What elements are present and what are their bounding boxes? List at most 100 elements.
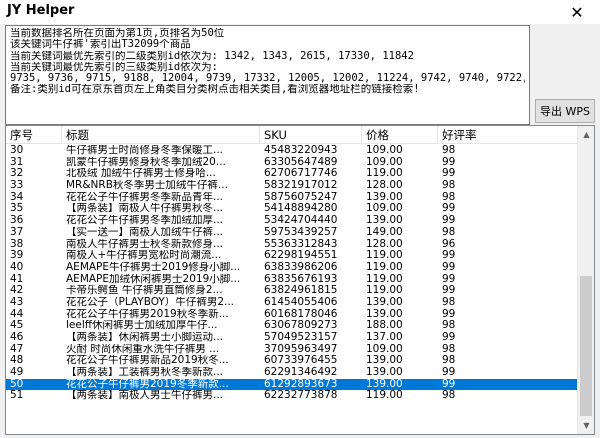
header-title[interactable]: 标题 <box>62 126 260 144</box>
export-wps-button[interactable]: 导出 WPS <box>535 99 595 123</box>
table-row[interactable]: 45 leelff休闲裤男士加绒加厚牛仔... 63067809273 188.00 9… <box>6 320 579 332</box>
table-row[interactable]: 49 【两条装】工装裤男秋冬季新款... 62291346492 139.00 99 <box>6 367 579 379</box>
table-row[interactable]: 44 花花公子牛仔裤男2019秋冬季新... 60168178046 139.00 99 <box>6 309 579 321</box>
row-title: 花花公子牛仔裤男冬季新品青年... <box>66 191 224 203</box>
row-price: 139.00 <box>366 296 403 308</box>
table-row[interactable]: 47 火耐 时尚休闲重水洗牛仔裤男 ... 37095963497 109.00 98 <box>6 344 579 356</box>
table-row[interactable]: 32 北极绒 加绒牛仔裤男士修身哈... 62706717746 119.00 99 <box>6 168 579 180</box>
row-sku: 63067809273 <box>264 320 338 332</box>
row-title: 北极绒 加绒牛仔裤男士修身哈... <box>66 168 216 180</box>
row-index: 30 <box>10 145 24 156</box>
table-row[interactable]: 34 花花公子牛仔裤男冬季新品青年... 58756075247 139.00 98 <box>6 192 579 204</box>
row-rating: 99 <box>442 332 456 343</box>
row-index: 51 <box>10 390 24 402</box>
row-title: 花花公子（PLAYBOY）牛仔裤男2... <box>66 296 235 308</box>
row-price: 139.00 <box>366 191 403 203</box>
row-title: 花花公子牛仔裤男冬季加绒加厚... <box>66 215 224 227</box>
info-line: 9735, 9736, 9715, 9188, 12004, 9739, 173… <box>10 73 525 85</box>
row-price: 119.00 <box>366 168 403 180</box>
info-line: 备注:类别id可在京东首页左上角类目分类树点击相关类目,看浏览器地址栏的链接检索… <box>10 84 420 96</box>
row-sku: 60733976455 <box>264 355 338 367</box>
table-row[interactable]: 51 【两条装】南极人男士牛仔裤男... 62232773878 119.00 98 <box>6 390 579 402</box>
row-index: 37 <box>10 226 24 238</box>
close-icon[interactable]: ✕ <box>554 0 600 24</box>
row-rating: 99 <box>442 367 456 379</box>
table-row[interactable]: 35 【两条装】南极人牛仔裤男秋冬... 54148894280 109.00 99 <box>6 203 579 215</box>
row-rating: 99 <box>442 308 456 320</box>
row-price: 188.00 <box>366 320 403 332</box>
row-rating: 99 <box>442 215 456 227</box>
row-rating: 99 <box>442 273 456 285</box>
table-row[interactable]: 41 AEMAPE加绒休闲裤男士2019小脚... 63835676193 119.0… <box>6 274 579 286</box>
header-index[interactable]: 序号 <box>6 126 62 144</box>
table-row[interactable]: 39 南极人+牛仔裤男宽松时尚潮流... 62298194551 119.00 99 <box>6 250 579 262</box>
table-row[interactable]: 37 【实一送一】南极人加绒牛仔裤... 59753439257 149.00 98 <box>6 227 579 239</box>
row-title: 火耐 时尚休闲重水洗牛仔裤男 ... <box>66 343 220 355</box>
table-row[interactable]: 48 花花公子牛仔裤男新品2019秋冬... 60733976455 139.00 98 <box>6 355 579 367</box>
row-index: 41 <box>10 273 24 285</box>
table-row[interactable]: 42 卡帝乐鳄鱼 牛仔裤男直筒修身2... 63824961815 119.00 99 <box>6 285 579 297</box>
row-rating: 99 <box>442 203 456 215</box>
row-title: 【两条装】南极人男士牛仔裤男... <box>66 390 224 402</box>
table-row[interactable]: 50 花花公子牛仔裤男2019冬季新款... 61292893673 139.00 99 <box>6 378 579 391</box>
scroll-up-icon[interactable]: ▲ <box>578 126 594 143</box>
row-rating: 98 <box>442 145 456 156</box>
row-title: 南极人+牛仔裤男宽松时尚潮流... <box>66 250 222 262</box>
table-row[interactable]: 30 牛仔裤男士时尚修身冬季保暖工... 45483220943 109.00 98 <box>6 145 579 157</box>
table-row[interactable]: 31 凯蒙牛仔裤男修身秋冬季加绒20... 63305647489 109.00 99 <box>6 157 579 169</box>
header-rating[interactable]: 好评率 <box>438 126 579 144</box>
row-price: 119.00 <box>366 273 403 285</box>
row-sku: 54148894280 <box>264 203 338 215</box>
row-title: 【两条装】工装裤男秋冬季新款... <box>66 367 224 379</box>
row-index: 45 <box>10 320 24 332</box>
row-title: 花花公子牛仔裤男2019秋冬季新... <box>66 308 229 320</box>
table-body: 30 牛仔裤男士时尚修身冬季保暖工... 45483220943 109.00 98 31… <box>6 145 579 402</box>
row-index: 44 <box>10 308 24 320</box>
scrollbar-thumb[interactable] <box>580 276 592 416</box>
vertical-scrollbar[interactable]: ▲ ▼ <box>577 126 594 434</box>
table-row[interactable]: 43 花花公子（PLAYBOY）牛仔裤男2... 61454055406 139.00… <box>6 297 579 309</box>
row-index: 31 <box>10 156 24 168</box>
table-row[interactable]: 38 南极人牛仔裤男士秋冬新款修身... 55363312843 128.00 96 <box>6 239 579 251</box>
row-index: 40 <box>10 261 24 273</box>
row-rating: 98 <box>442 226 456 238</box>
row-price: 109.00 <box>366 203 403 215</box>
table-row[interactable]: 40 AEMAPE牛仔裤男士2019修身小脚... 63833986206 119.0… <box>6 262 579 274</box>
results-table[interactable]: 序号 标题 SKU 价格 好评率 30 牛仔裤男士时尚修身冬季保暖工... 4548… <box>5 125 595 435</box>
table-row[interactable]: 36 花花公子牛仔裤男冬季加绒加厚... 53424704440 139.00 99 <box>6 215 579 227</box>
table-header: 序号 标题 SKU 价格 好评率 <box>6 126 579 144</box>
row-index: 46 <box>10 332 24 343</box>
row-title: 凯蒙牛仔裤男修身秋冬季加绒20... <box>66 156 226 168</box>
table-row[interactable]: 33 MR&NRB秋冬季男士加绒牛仔裤... 58321917012 128.00 98 <box>6 180 579 192</box>
row-sku: 62291346492 <box>264 367 338 379</box>
row-price: 119.00 <box>366 250 403 262</box>
row-price: 119.00 <box>366 390 403 402</box>
info-line: 该关键词牛仔裤'索引出T32099个商品 <box>10 39 191 51</box>
row-index: 32 <box>10 168 24 180</box>
row-sku: 58756075247 <box>264 191 338 203</box>
scroll-down-icon[interactable]: ▼ <box>578 417 594 434</box>
row-index: 42 <box>10 285 24 297</box>
row-price: 139.00 <box>366 367 403 379</box>
row-price: 119.00 <box>366 261 403 273</box>
row-sku: 45483220943 <box>264 145 338 156</box>
header-price[interactable]: 价格 <box>362 126 438 144</box>
row-sku: 59753439257 <box>264 226 338 238</box>
row-rating: 96 <box>442 238 456 250</box>
row-index: 35 <box>10 203 24 215</box>
row-rating: 99 <box>442 250 456 262</box>
info-textbox[interactable]: 当前数据排名所在页面为第1页,页排名为50位 该关键词牛仔裤'索引出T32099个… <box>5 25 530 125</box>
row-index: 38 <box>10 238 24 250</box>
header-sku[interactable]: SKU <box>260 126 362 144</box>
row-rating: 98 <box>442 296 456 308</box>
row-index: 47 <box>10 343 24 355</box>
row-index: 49 <box>10 367 24 379</box>
row-price: 109.00 <box>366 343 403 355</box>
row-index: 33 <box>10 180 24 192</box>
table-row[interactable]: 46 【两条装】休闲裤男士小脚运动... 57049523157 137.00 99 <box>6 332 579 344</box>
info-line: 当前数据排名所在页面为第1页,页排名为50位 <box>10 28 225 39</box>
row-sku: 62298194551 <box>264 250 338 262</box>
row-index: 36 <box>10 215 24 227</box>
row-price: 128.00 <box>366 180 403 192</box>
row-sku: 55363312843 <box>264 238 338 250</box>
